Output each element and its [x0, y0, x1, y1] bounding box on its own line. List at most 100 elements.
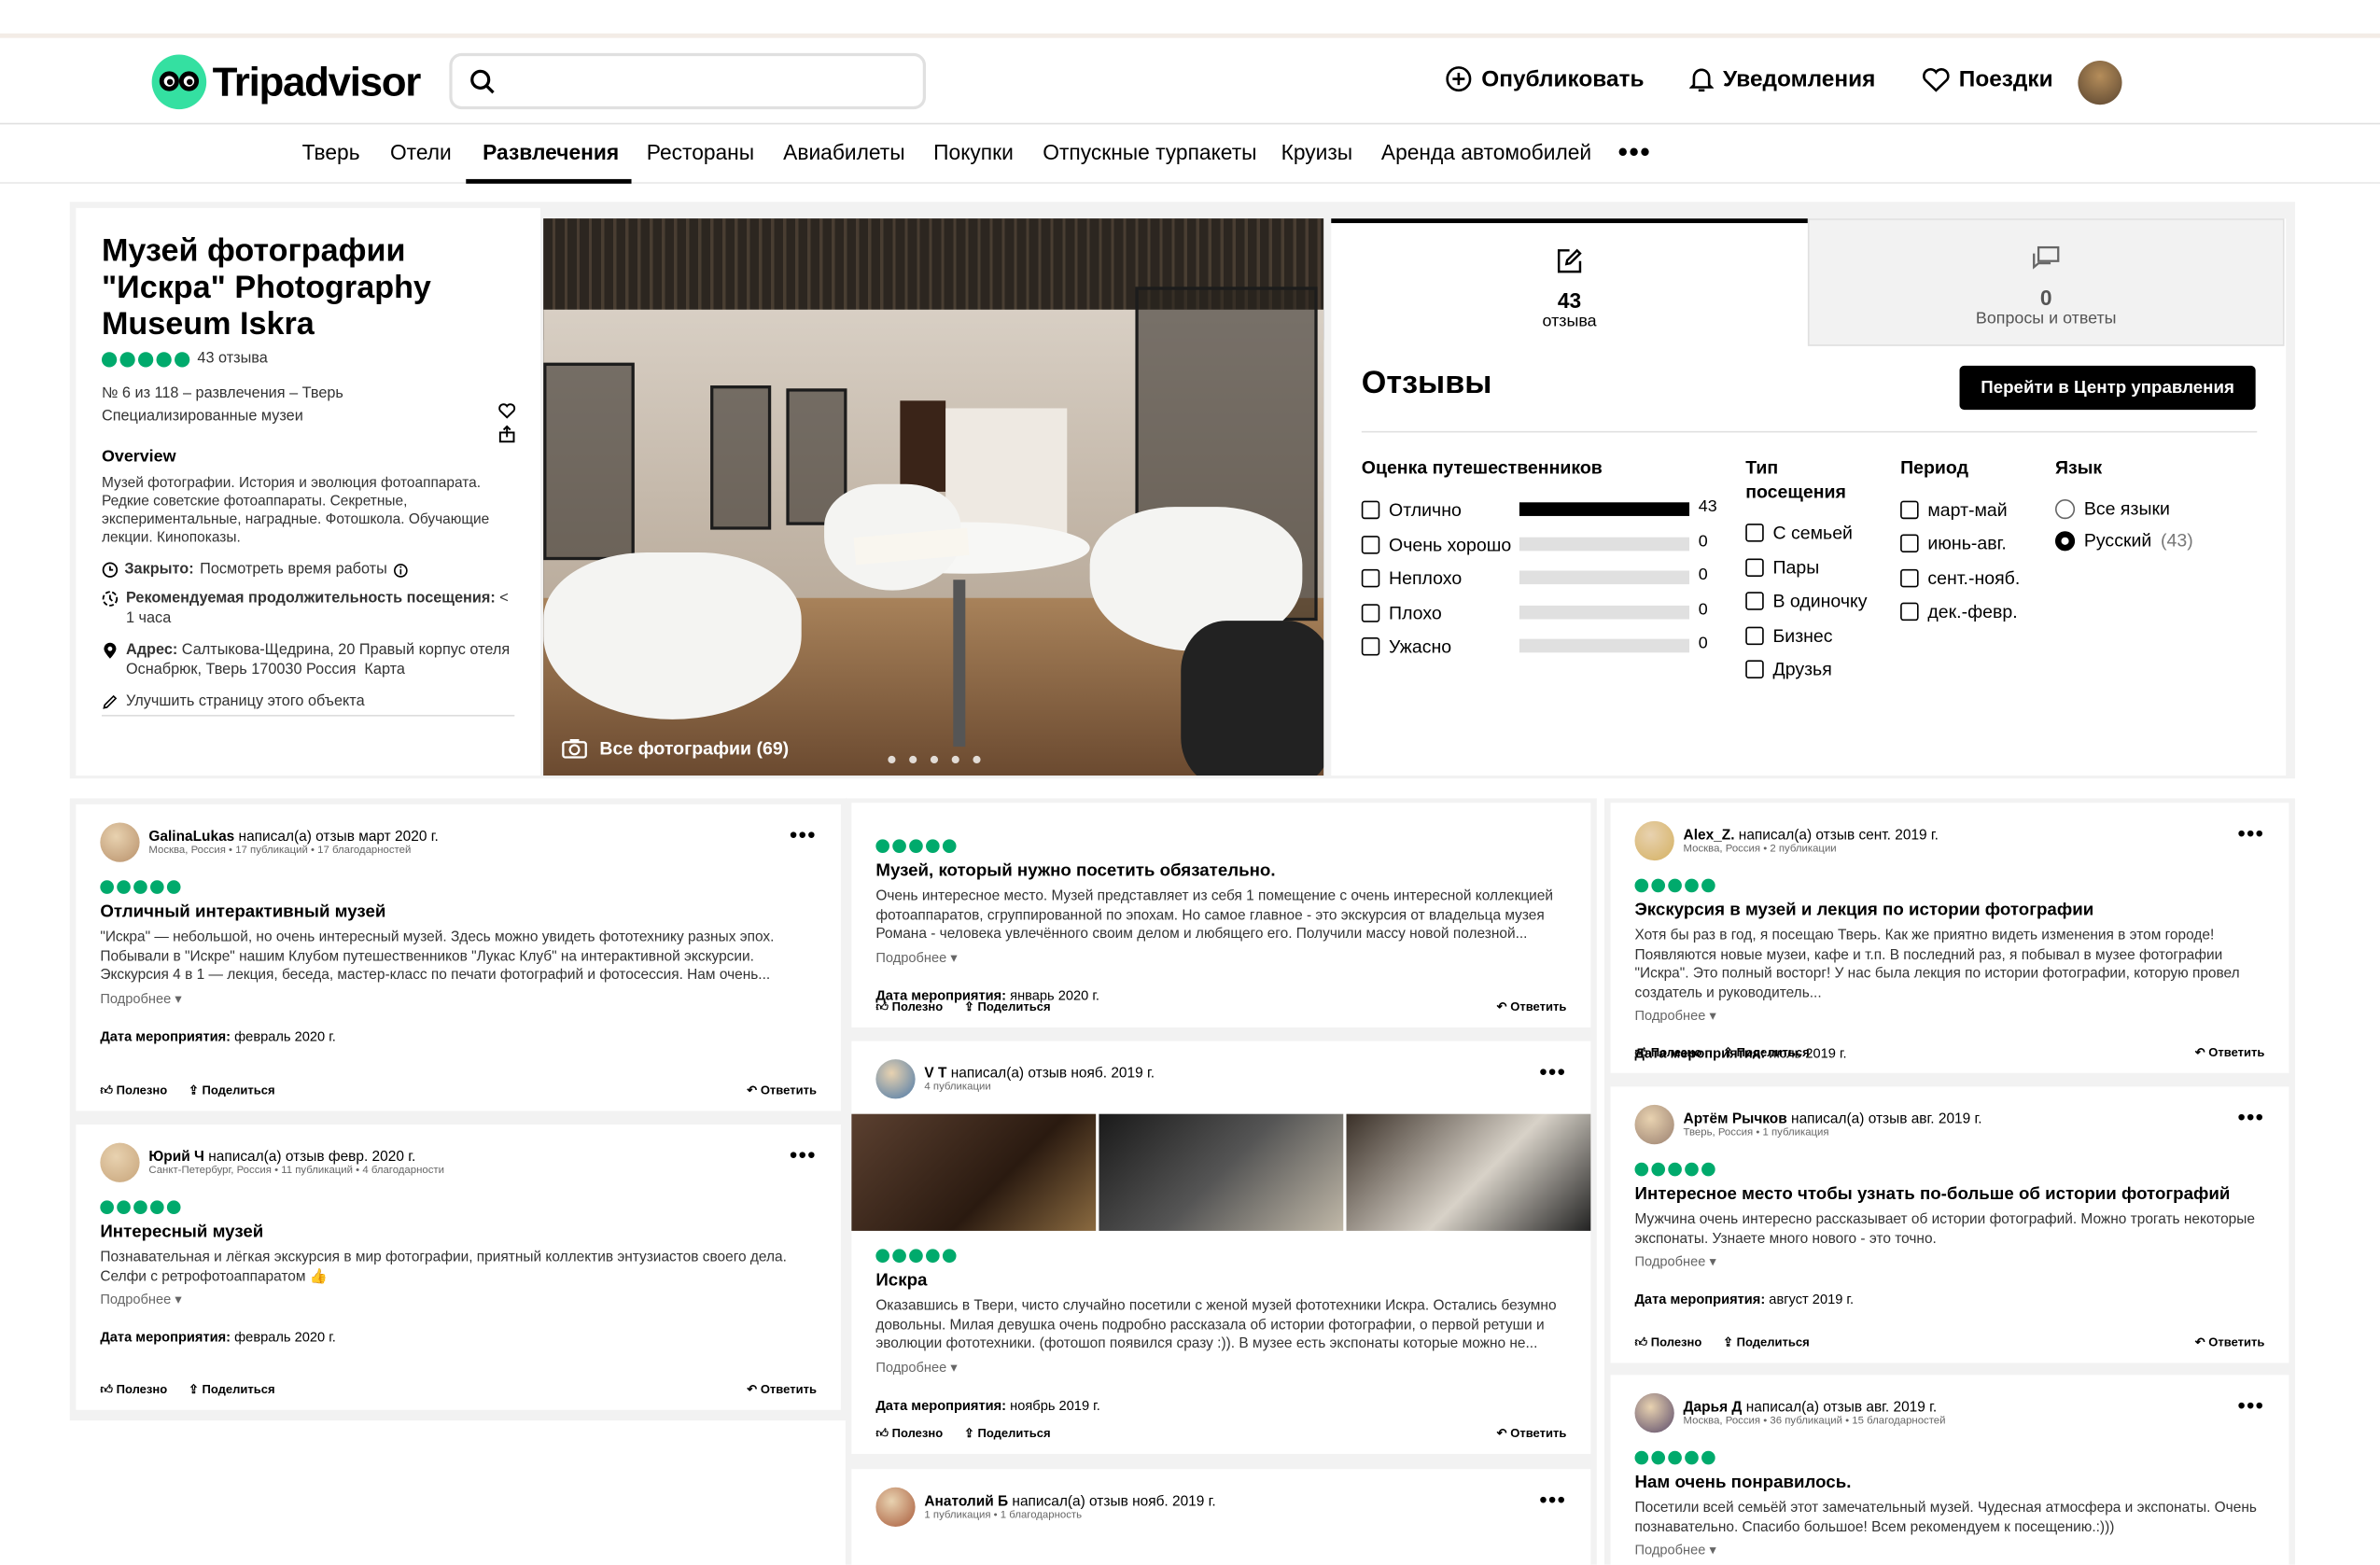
- management-center-button[interactable]: Перейти в Центр управления: [1959, 365, 2256, 411]
- publish-button[interactable]: Опубликовать: [1445, 65, 1644, 92]
- filter-solo[interactable]: В одиночку: [1745, 591, 1868, 611]
- reply-button[interactable]: ↶ Ответить: [2195, 1335, 2265, 1350]
- improve-listing-link[interactable]: Улучшить страницу этого объекта: [126, 692, 365, 712]
- more-options-icon[interactable]: •••: [2238, 1393, 2265, 1418]
- read-more-link[interactable]: Подробнее ▾: [1635, 1253, 2265, 1270]
- helpful-button[interactable]: 👍︎ Полезно: [875, 1427, 943, 1442]
- avatar[interactable]: [1634, 1392, 1674, 1433]
- read-more-link[interactable]: Подробнее ▾: [875, 1359, 1566, 1376]
- reply-button[interactable]: ↶ Ответить: [1497, 1427, 1567, 1442]
- filter-rating-3[interactable]: Плохо: [1361, 602, 1442, 623]
- reviewer-name[interactable]: Alex_Z.: [1684, 827, 1735, 844]
- review-title[interactable]: Интересное место чтобы узнать по-больше …: [1635, 1185, 2265, 1204]
- map-link[interactable]: Карта: [364, 662, 405, 678]
- info-icon[interactable]: [393, 563, 408, 578]
- user-avatar[interactable]: [2078, 61, 2122, 105]
- filter-dec-feb[interactable]: дек.-февр.: [1900, 601, 2018, 622]
- reviewer-name[interactable]: Артём Рычков: [1684, 1111, 1787, 1127]
- opening-hours-link[interactable]: Посмотреть время работы: [200, 560, 387, 580]
- review-title[interactable]: Искра: [875, 1272, 1566, 1291]
- filter-rating-4[interactable]: Ужасно: [1361, 636, 1451, 657]
- share-review-button[interactable]: ⇪ Поделиться: [1723, 1046, 1810, 1061]
- carousel-dots[interactable]: [888, 755, 981, 764]
- avatar[interactable]: [100, 1142, 140, 1182]
- more-options-icon[interactable]: •••: [2238, 821, 2265, 845]
- read-more-link[interactable]: Подробнее ▾: [100, 1292, 817, 1308]
- helpful-button[interactable]: 👍︎ Полезно: [100, 1083, 167, 1098]
- reviewer-name[interactable]: Анатолий Б: [924, 1493, 1008, 1510]
- share-review-button[interactable]: ⇪ Поделиться: [189, 1083, 275, 1098]
- more-options-icon[interactable]: •••: [790, 822, 817, 846]
- review-title[interactable]: Музей, который нужно посетить обязательн…: [875, 862, 1566, 881]
- reviewer-name[interactable]: V T: [924, 1066, 946, 1083]
- place-category[interactable]: Специализированные музеи: [102, 407, 514, 426]
- filter-friends[interactable]: Друзья: [1745, 659, 1832, 680]
- more-options-icon[interactable]: •••: [790, 1143, 817, 1167]
- avatar[interactable]: [100, 822, 140, 862]
- tab-flights[interactable]: Авиабилеты: [783, 140, 904, 164]
- place-rank[interactable]: № 6 из 118 – развлечения – Тверь: [102, 384, 514, 403]
- filter-rating-0[interactable]: Отлично: [1361, 499, 1462, 521]
- share-icon[interactable]: [497, 425, 516, 443]
- tab-shopping[interactable]: Покупки: [933, 140, 1014, 164]
- all-photos-button[interactable]: Все фотографии (69): [562, 737, 789, 759]
- lang-russian[interactable]: Русский (43): [2054, 530, 2193, 551]
- more-options-icon[interactable]: •••: [2238, 1105, 2265, 1129]
- filter-rating-1[interactable]: Очень хорошо: [1361, 534, 1511, 554]
- tripadvisor-logo[interactable]: Tripadvisor: [151, 54, 421, 110]
- tab-cruises[interactable]: Круизы: [1281, 140, 1353, 164]
- review-title[interactable]: Отличный интерактивный музей: [100, 903, 817, 922]
- helpful-button[interactable]: 👍︎ Полезно: [875, 1000, 943, 1015]
- more-options-icon[interactable]: •••: [1540, 1059, 1567, 1083]
- filter-sep-nov[interactable]: сент.-нояб.: [1900, 567, 2020, 589]
- tab-entertainment[interactable]: Развлечения: [483, 140, 619, 164]
- read-more-link[interactable]: Подробнее ▾: [875, 949, 1566, 966]
- read-more-link[interactable]: Подробнее ▾: [1635, 1008, 2265, 1025]
- more-options-icon[interactable]: •••: [1540, 1488, 1567, 1512]
- share-review-button[interactable]: ⇪ Поделиться: [189, 1383, 275, 1398]
- review-title[interactable]: Нам очень понравилось.: [1635, 1474, 2265, 1492]
- reply-button[interactable]: ↶ Ответить: [1497, 1000, 1567, 1015]
- helpful-button[interactable]: 👍︎ Полезно: [1635, 1335, 1702, 1350]
- reply-button[interactable]: ↶ Ответить: [2195, 1046, 2265, 1061]
- hero-photo[interactable]: [543, 218, 1324, 776]
- avatar[interactable]: [1634, 1104, 1674, 1145]
- read-more-link[interactable]: Подробнее ▾: [1635, 1542, 2265, 1558]
- tab-questions[interactable]: 0 Вопросы и ответы: [1807, 218, 2285, 346]
- helpful-button[interactable]: 👍︎ Полезно: [1635, 1046, 1702, 1061]
- lang-all[interactable]: Все языки: [2054, 497, 2170, 519]
- review-title[interactable]: Экскурсия в музей и лекция по истории фо…: [1635, 901, 2265, 920]
- helpful-button[interactable]: 👍︎ Полезно: [100, 1383, 167, 1398]
- avatar[interactable]: [875, 1487, 916, 1528]
- read-more-link[interactable]: Подробнее ▾: [100, 990, 817, 1007]
- review-title[interactable]: Интересный музей: [100, 1223, 817, 1242]
- reviewer-name[interactable]: Дарья Д: [1684, 1399, 1743, 1416]
- filter-family[interactable]: С семьей: [1745, 522, 1853, 543]
- tab-hotels[interactable]: Отели: [390, 140, 452, 164]
- more-tabs-icon[interactable]: •••: [1618, 136, 1652, 168]
- notifications-button[interactable]: Уведомления: [1689, 65, 1875, 92]
- search-input[interactable]: [449, 52, 927, 110]
- reply-button[interactable]: ↶ Ответить: [747, 1083, 817, 1098]
- share-review-button[interactable]: ⇪ Поделиться: [964, 1000, 1051, 1015]
- trips-button[interactable]: Поездки: [1921, 65, 2053, 92]
- tab-tver[interactable]: Тверь: [302, 140, 360, 164]
- filter-jun-aug[interactable]: июнь-авг.: [1900, 533, 2007, 554]
- avatar[interactable]: [875, 1059, 916, 1099]
- reply-button[interactable]: ↶ Ответить: [747, 1383, 817, 1398]
- reviewer-name[interactable]: Юрий Ч: [148, 1149, 204, 1166]
- filter-mar-may[interactable]: март-май: [1900, 499, 2008, 521]
- tab-vacation-packages[interactable]: Отпускные турпакеты: [1043, 140, 1256, 164]
- avatar[interactable]: [1634, 820, 1674, 861]
- tab-reviews[interactable]: 43 отзыва: [1331, 218, 1808, 346]
- share-review-button[interactable]: ⇪ Поделиться: [964, 1427, 1051, 1442]
- reviews-count-link[interactable]: 43 отзыва: [197, 349, 267, 369]
- save-heart-icon[interactable]: [497, 402, 516, 419]
- review-photos[interactable]: [851, 1113, 1591, 1231]
- filter-business[interactable]: Бизнес: [1745, 625, 1833, 647]
- share-review-button[interactable]: ⇪ Поделиться: [1723, 1335, 1810, 1350]
- filter-couples[interactable]: Пары: [1745, 557, 1819, 579]
- tab-restaurants[interactable]: Рестораны: [647, 140, 754, 164]
- reviewer-name[interactable]: GalinaLukas: [148, 829, 234, 845]
- filter-rating-2[interactable]: Неплохо: [1361, 567, 1462, 589]
